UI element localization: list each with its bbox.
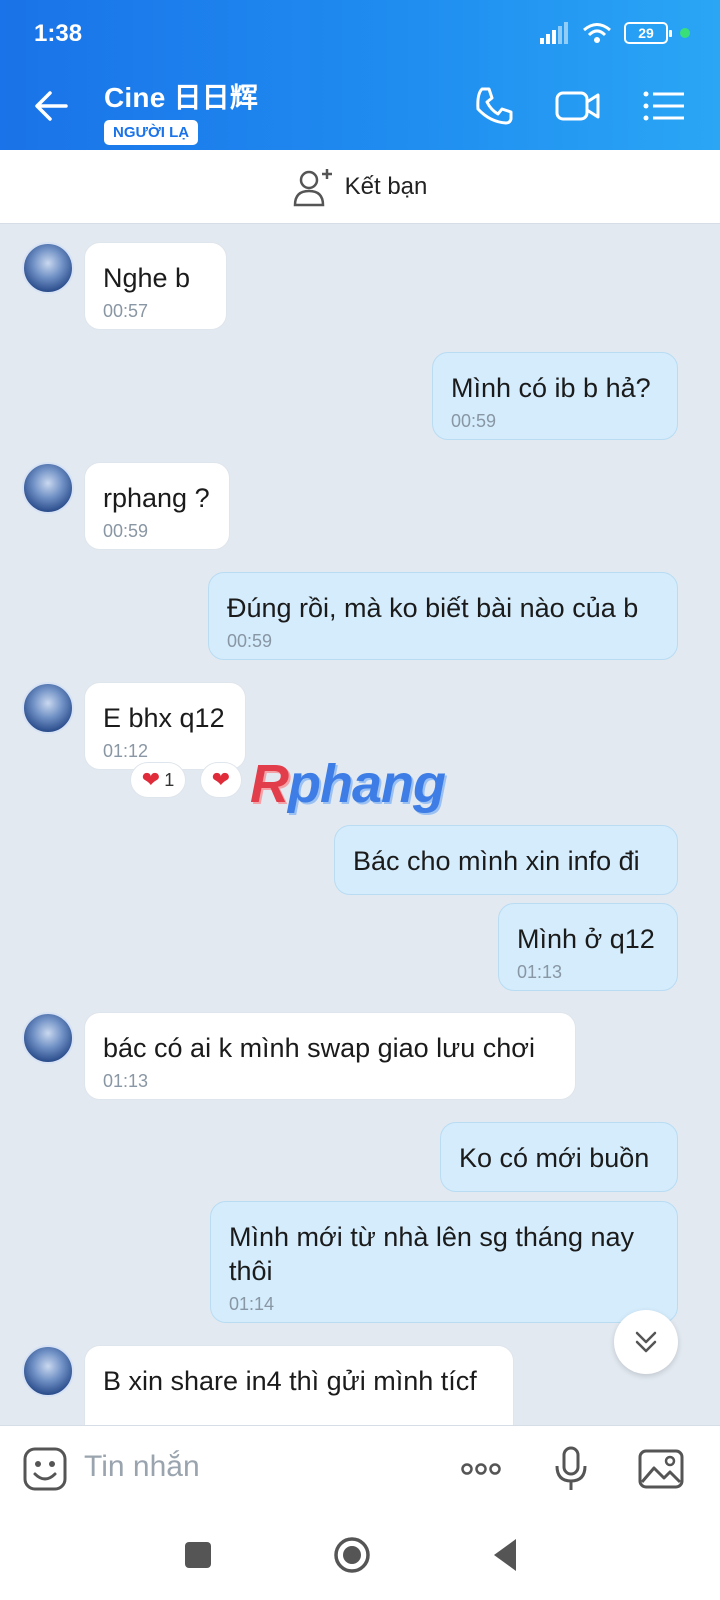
image-gallery-icon[interactable]	[636, 1444, 686, 1494]
message-input[interactable]: Tin nhắn	[84, 1450, 200, 1484]
status-time: 1:38	[34, 20, 83, 47]
phone-icon[interactable]	[470, 82, 518, 130]
stranger-badge: NGƯỜI LẠ	[104, 120, 199, 145]
notification-dot	[680, 28, 690, 38]
contact-name: Cine 日日辉	[104, 82, 259, 113]
system-nav-bar	[0, 1511, 720, 1600]
contact-avatar[interactable]	[22, 242, 74, 294]
scroll-down-button[interactable]	[614, 1310, 678, 1374]
status-bar: 1:38 29	[0, 0, 720, 62]
back-nav-icon[interactable]	[484, 1533, 528, 1577]
message-bubble[interactable]: Mình có ib b hả? 00:59	[432, 352, 678, 440]
message-bubble[interactable]: Nghe b 00:57	[84, 242, 227, 330]
message-bubble[interactable]: Mình ở q12 01:13	[498, 903, 678, 991]
message-text: Mình ở q12	[517, 924, 655, 954]
message-time: 00:59	[227, 631, 273, 651]
message-text: B xin share in4 thì gửi mình tícf	[103, 1366, 477, 1396]
message-time: 00:59	[451, 411, 497, 431]
message-input-bar: Tin nhắn	[0, 1425, 720, 1511]
message-time: 00:59	[103, 521, 149, 541]
contact-avatar[interactable]	[22, 462, 74, 514]
heart-icon: ❤	[141, 767, 161, 792]
message-text: rphang ?	[103, 483, 210, 513]
message-text: bác có ai k mình swap giao lưu chơi	[103, 1033, 535, 1063]
message-time: 00:57	[103, 301, 149, 321]
message-text: Mình có ib b hả?	[451, 373, 651, 403]
message-bubble[interactable]: Mình mới từ nhà lên sg tháng nay thôi 01…	[210, 1201, 678, 1323]
add-friend-icon	[293, 168, 332, 206]
message-bubble[interactable]: bác có ai k mình swap giao lưu chơi 01:1…	[84, 1012, 576, 1100]
message-bubble[interactable]: E bhx q12 01:12	[84, 682, 246, 770]
status-icons: 29	[540, 22, 690, 44]
contact-avatar[interactable]	[22, 1345, 74, 1397]
message-text: Mình mới từ nhà lên sg tháng nay thôi	[229, 1222, 634, 1286]
message-bubble[interactable]: B xin share in4 thì gửi mình tícf	[84, 1345, 514, 1425]
home-icon[interactable]	[330, 1533, 374, 1577]
contact-avatar[interactable]	[22, 682, 74, 734]
signal-icon	[540, 22, 568, 44]
message-bubble[interactable]: Bác cho mình xin info đi	[334, 825, 678, 895]
add-friend-label: Kết bạn	[344, 172, 428, 200]
add-friend-button[interactable]: Kết bạn	[0, 150, 720, 224]
recent-apps-icon[interactable]	[176, 1533, 220, 1577]
message-text: E bhx q12	[103, 703, 225, 733]
message-bubble[interactable]: Đúng rồi, mà ko biết bài nào của b 00:59	[208, 572, 678, 660]
message-bubble[interactable]: rphang ? 00:59	[84, 462, 230, 550]
message-time: 01:12	[103, 741, 149, 761]
battery-icon: 29	[624, 22, 672, 44]
message-text: Ko có mới buồn	[459, 1143, 650, 1173]
sticker-icon[interactable]	[20, 1444, 70, 1494]
reaction-count-badge[interactable]: ❤ 1	[130, 762, 186, 798]
wifi-icon	[583, 23, 611, 43]
chat-header: Cine 日日辉 NGƯỜI LẠ	[0, 62, 720, 150]
message-time: 01:13	[103, 1071, 149, 1091]
watermark-logo: Rphang	[250, 754, 446, 814]
more-options-icon[interactable]	[456, 1444, 506, 1494]
message-bubble[interactable]: Ko có mới buồn	[440, 1122, 678, 1192]
contact-title[interactable]: Cine 日日辉 NGƯỜI LẠ	[104, 76, 258, 145]
contact-avatar[interactable]	[22, 1012, 74, 1064]
message-text: Nghe b	[103, 263, 191, 293]
reaction-count: 1	[164, 769, 175, 790]
heart-icon: ❤	[211, 767, 231, 792]
message-text: Đúng rồi, mà ko biết bài nào của b	[227, 593, 639, 623]
double-chevron-down-icon	[635, 1331, 657, 1353]
message-time: 01:13	[517, 962, 563, 982]
menu-list-icon[interactable]	[640, 82, 688, 130]
back-arrow-icon[interactable]	[30, 84, 74, 128]
message-text: Bác cho mình xin info đi	[353, 846, 640, 876]
add-reaction-button[interactable]: ❤	[200, 762, 242, 798]
microphone-icon[interactable]	[546, 1444, 596, 1494]
chat-messages[interactable]: Nghe b 00:57 Mình có ib b hả? 00:59 rpha…	[0, 225, 720, 1425]
video-call-icon[interactable]	[554, 82, 602, 130]
message-time: 01:14	[229, 1294, 275, 1314]
